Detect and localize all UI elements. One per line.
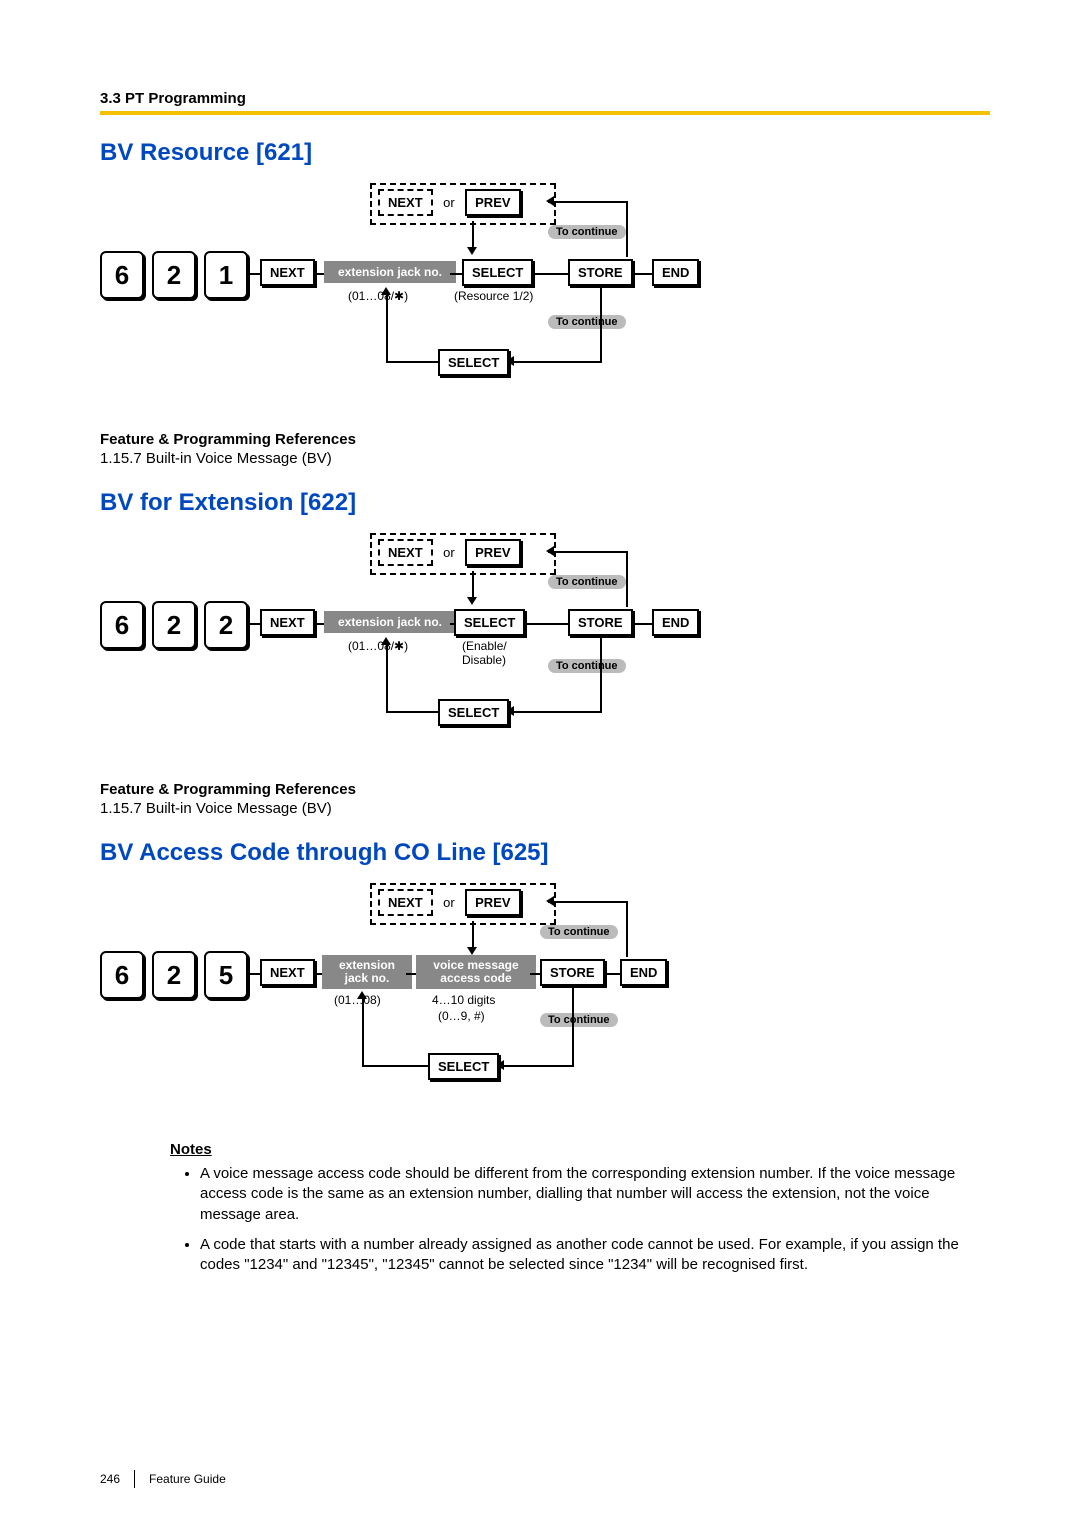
ext-jack-box-2: extension jack no. (324, 611, 456, 633)
to-continue-pill-2: To continue (548, 315, 626, 329)
section-title-622: BV for Extension [622] (100, 489, 990, 517)
ext-jack-box-3: extension jack no. (322, 955, 412, 989)
select-loop-button: SELECT (438, 349, 509, 376)
ext-jack-box: extension jack no. (324, 261, 456, 283)
dashed-next-prev-3: NEXT or PREV (370, 883, 556, 925)
store-button: STORE (568, 259, 633, 286)
digit-2: 2 (152, 251, 196, 299)
digit-6c: 6 (100, 951, 144, 999)
dashed-next-prev-2: NEXT or PREV (370, 533, 556, 575)
select-loop-button-3: SELECT (428, 1053, 499, 1080)
digit-2c: 2 (204, 601, 248, 649)
page-number: 246 (100, 1472, 120, 1486)
or-label-2: or (437, 539, 461, 560)
store-button-2: STORE (568, 609, 633, 636)
digit-6: 6 (100, 251, 144, 299)
voice-code-box: voice message access code (416, 955, 536, 989)
to-continue-pill-1: To continue (548, 225, 626, 239)
end-button-3: END (620, 959, 667, 986)
digit-2b: 2 (152, 601, 196, 649)
next-alt-button-2: NEXT (378, 539, 433, 566)
ext-hint: (01…08/✱) (348, 289, 408, 303)
prev-button-2: PREV (465, 539, 520, 566)
or-label-3: or (437, 889, 461, 910)
note-1: A voice message access code should be di… (200, 1164, 990, 1225)
page-footer: 246 Feature Guide (100, 1470, 226, 1488)
section-title-621: BV Resource [621] (100, 139, 990, 167)
refs-body-2: 1.15.7 Built-in Voice Message (BV) (100, 800, 990, 817)
digit-6b: 6 (100, 601, 144, 649)
footer-sep (134, 1470, 135, 1488)
ext-hint-2: (01…08/✱) (348, 639, 408, 653)
code-hint-2: (0…9, #) (438, 1009, 485, 1023)
refs-heading-2: Feature & Programming References (100, 781, 990, 798)
to-continue-pill-6: To continue (540, 1013, 618, 1027)
select-hint-2: (Enable/ Disable) (462, 639, 507, 667)
digit-1: 1 (204, 251, 248, 299)
to-continue-pill-3: To continue (548, 575, 626, 589)
prev-button-3: PREV (465, 889, 520, 916)
notes-list: A voice message access code should be di… (200, 1164, 990, 1275)
select-hint: (Resource 1/2) (454, 289, 533, 303)
header-rule (100, 111, 990, 115)
notes-heading: Notes (170, 1141, 990, 1158)
digit-5: 5 (204, 951, 248, 999)
dashed-next-prev: NEXT or PREV (370, 183, 556, 225)
refs-heading-1: Feature & Programming References (100, 431, 990, 448)
store-button-3: STORE (540, 959, 605, 986)
select-button: SELECT (462, 259, 533, 286)
or-label: or (437, 189, 461, 210)
end-button: END (652, 259, 699, 286)
prev-button: PREV (465, 189, 520, 216)
to-continue-pill-5: To continue (540, 925, 618, 939)
section-title-625: BV Access Code through CO Line [625] (100, 839, 990, 867)
diagram-625: NEXT or PREV 6 2 5 NEXT extension jack n… (100, 877, 990, 1127)
end-button-2: END (652, 609, 699, 636)
next-button-3: NEXT (260, 959, 315, 986)
next-button: NEXT (260, 259, 315, 286)
diagram-621: NEXT or PREV 6 2 1 NEXT extension jack n… (100, 177, 990, 417)
footer-label: Feature Guide (149, 1472, 226, 1486)
next-alt-button: NEXT (378, 189, 433, 216)
refs-body-1: 1.15.7 Built-in Voice Message (BV) (100, 450, 990, 467)
next-alt-button-3: NEXT (378, 889, 433, 916)
page-header: 3.3 PT Programming (100, 90, 990, 111)
code-hint-1: 4…10 digits (432, 993, 495, 1007)
next-button-2: NEXT (260, 609, 315, 636)
to-continue-pill-4: To continue (548, 659, 626, 673)
digit-2d: 2 (152, 951, 196, 999)
select-loop-button-2: SELECT (438, 699, 509, 726)
note-2: A code that starts with a number already… (200, 1235, 990, 1276)
select-button-2: SELECT (454, 609, 525, 636)
diagram-622: NEXT or PREV 6 2 2 NEXT extension jack n… (100, 527, 990, 767)
